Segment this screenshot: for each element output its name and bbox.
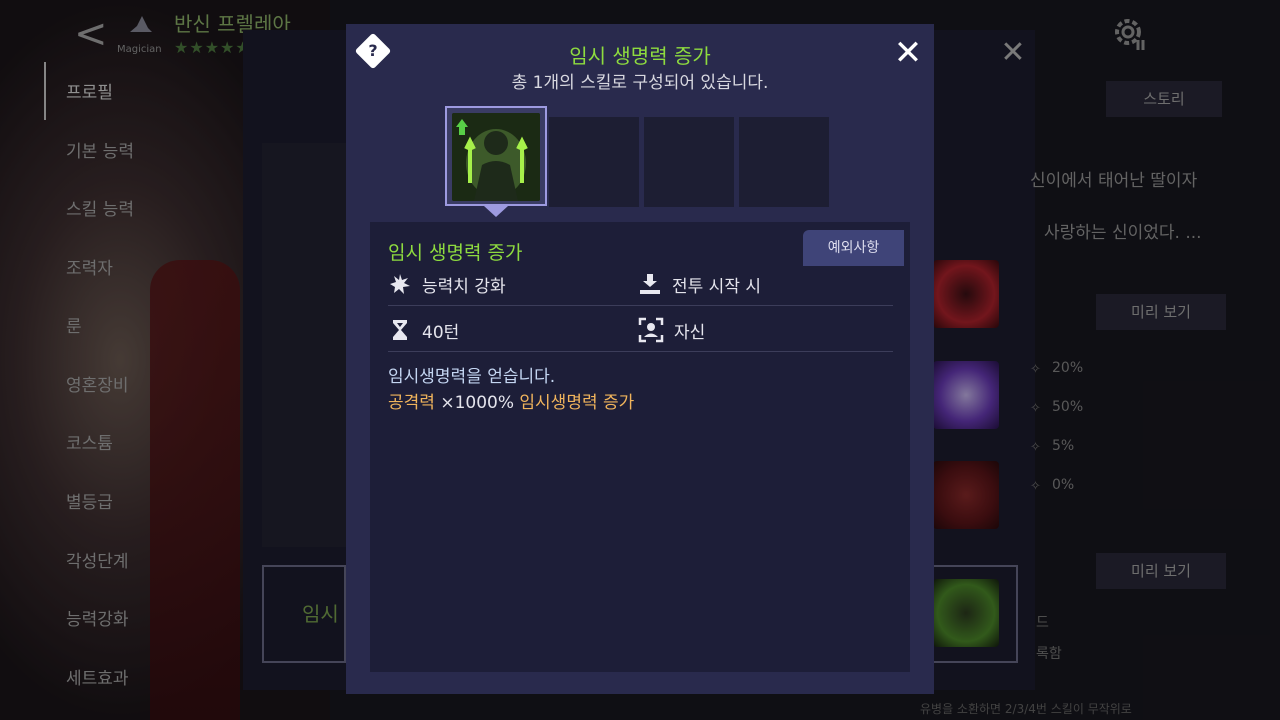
modal-title: 임시 생명력 증가 <box>569 44 711 68</box>
effect-stat: 공격력 <box>388 393 435 413</box>
selected-slot-pointer <box>484 206 508 217</box>
skill-slot-selected[interactable] <box>445 106 547 206</box>
skill-slot-empty-2 <box>549 117 639 207</box>
detail-row-1: 능력치 강화 전투 시작 시 <box>388 262 893 306</box>
skill-slot-empty-4 <box>739 117 829 207</box>
effect-result: 임시생명력 증가 <box>519 393 635 413</box>
skill-type-label: 능력치 강화 <box>422 276 506 297</box>
skill-info-modal: ? 임시 생명력 증가 총 1개의 스킬로 구성되어 있습니다. ✕ 임시 생명… <box>346 24 934 694</box>
skill-type: 능력치 강화 <box>388 262 506 306</box>
skill-name: 임시 생명력 증가 <box>388 242 523 264</box>
skill-effect-line: 공격력 ×1000% 임시생명력 증가 <box>388 388 634 413</box>
temp-hp-skill-icon <box>452 113 540 201</box>
skill-duration: 40턴 <box>388 308 459 352</box>
self-target-icon <box>638 317 664 343</box>
skill-timing-label: 전투 시작 시 <box>672 276 762 297</box>
skill-target-label: 자신 <box>674 322 706 343</box>
exception-tab[interactable]: 예외사항 <box>803 230 904 266</box>
skill-target: 자신 <box>638 308 705 352</box>
skill-duration-label: 40턴 <box>422 322 460 343</box>
skill-description: 임시생명력을 얻습니다. <box>388 367 556 387</box>
detail-row-2: 40턴 자신 <box>388 308 893 352</box>
effect-multiplier: ×1000% <box>440 393 514 413</box>
hourglass-icon <box>393 320 407 340</box>
battle-start-icon <box>640 274 660 294</box>
modal-subtitle: 총 1개의 스킬로 구성되어 있습니다. <box>511 73 769 93</box>
skill-timing: 전투 시작 시 <box>638 262 761 306</box>
close-icon[interactable]: ✕ <box>892 36 924 70</box>
skill-detail-panel: 임시 생명력 증가 예외사항 능력치 강화 전투 시작 시 40턴 자신 임시생… <box>370 222 910 672</box>
stat-boost-icon <box>390 274 410 294</box>
skill-slot-empty-3 <box>644 117 734 207</box>
